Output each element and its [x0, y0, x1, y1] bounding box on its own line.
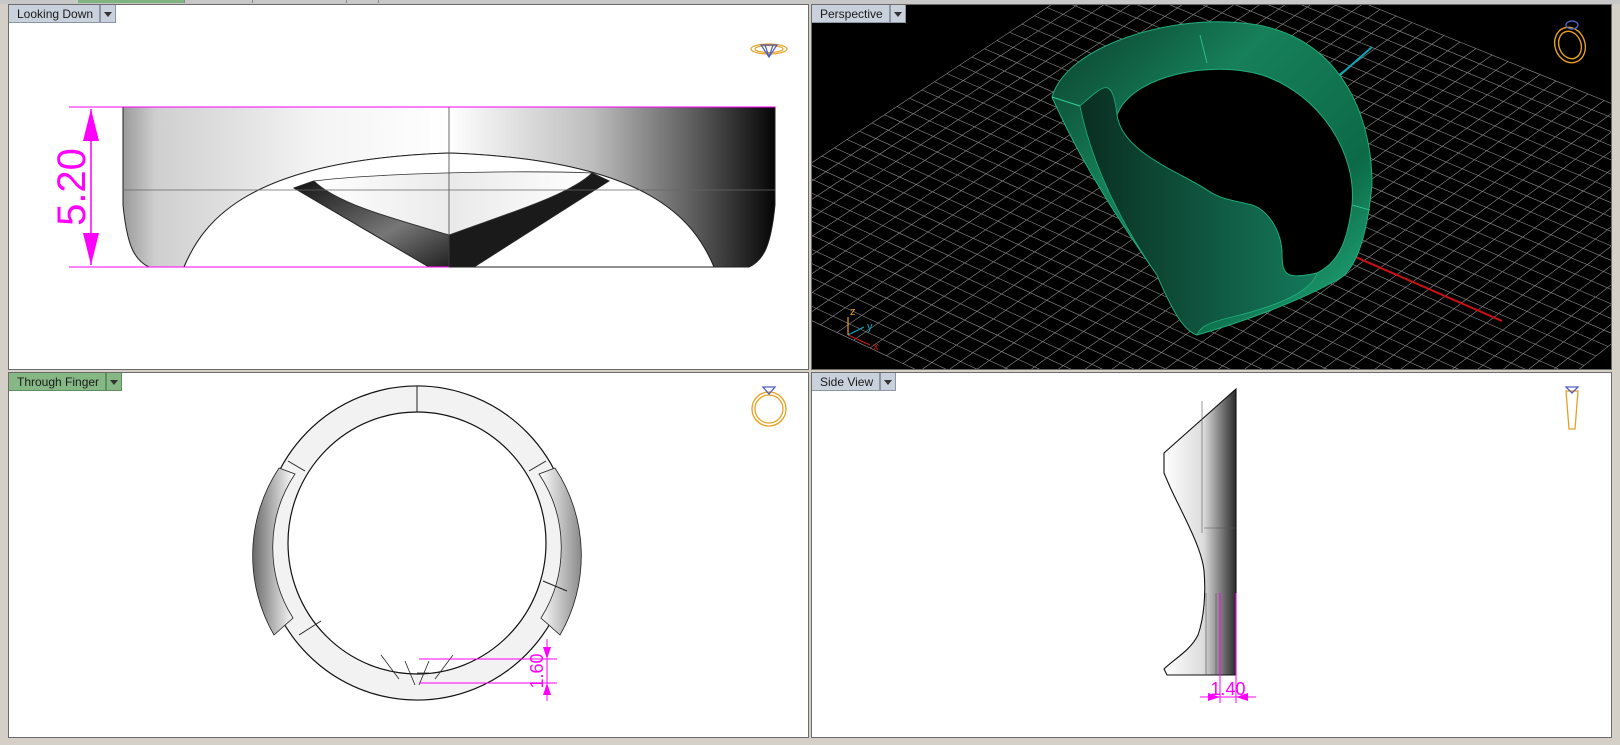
ring-perspective-icon: [1553, 20, 1587, 64]
ring-side-profile: [1163, 387, 1237, 676]
ring-front-view-icon: [751, 386, 787, 427]
chevron-down-icon[interactable]: [889, 5, 906, 23]
viewport-side-view[interactable]: Side View 1.40: [811, 372, 1612, 738]
document-tab[interactable]: [252, 0, 347, 3]
ring-top-view-icon: [750, 43, 788, 59]
document-tab[interactable]: [346, 0, 379, 3]
viewport-looking-down[interactable]: Looking Down 5.20: [8, 4, 809, 370]
viewport-title[interactable]: Looking Down: [9, 5, 101, 23]
chevron-down-icon[interactable]: [106, 373, 123, 391]
dimension-arrow: [83, 109, 99, 141]
viewport-label[interactable]: Perspective: [812, 5, 906, 23]
axis-gizmo: x y z: [847, 306, 879, 353]
chevron-down-icon[interactable]: [100, 5, 117, 23]
dimension-arrow: [83, 233, 99, 265]
axis-label-x: x: [873, 341, 879, 353]
ring-side-view-icon: [1564, 386, 1580, 430]
viewport-label[interactable]: Through Finger: [9, 373, 123, 391]
side-view-drawing: 1.40: [1163, 386, 1580, 703]
grid-line: [1579, 343, 1611, 369]
viewport-title[interactable]: Side View: [812, 373, 881, 391]
viewport-perspective[interactable]: Perspective x y z: [811, 4, 1612, 370]
viewport-title[interactable]: Through Finger: [9, 373, 107, 391]
perspective-drawing: x y z: [812, 5, 1611, 369]
viewport-label[interactable]: Looking Down: [9, 5, 117, 23]
viewport-through-finger[interactable]: Through Finger 1.60: [8, 372, 809, 738]
ring-model: [1051, 21, 1373, 336]
through-finger-drawing: 1.60: [252, 385, 787, 701]
chevron-down-icon[interactable]: [880, 373, 897, 391]
looking-down-drawing: 5.20: [50, 43, 788, 268]
viewport-label[interactable]: Side View: [812, 373, 897, 391]
ring-band-cross-section: [261, 385, 573, 701]
width-dimension-label: 1.40: [1210, 679, 1245, 699]
viewport-title[interactable]: Perspective: [812, 5, 890, 23]
document-tab[interactable]: [78, 0, 185, 3]
document-tab[interactable]: [184, 0, 253, 3]
thickness-dimension-label: 1.60: [527, 653, 547, 688]
axis-label-z: z: [850, 306, 856, 318]
axis-label-y: y: [867, 321, 873, 333]
height-dimension-label: 5.20: [50, 148, 94, 226]
